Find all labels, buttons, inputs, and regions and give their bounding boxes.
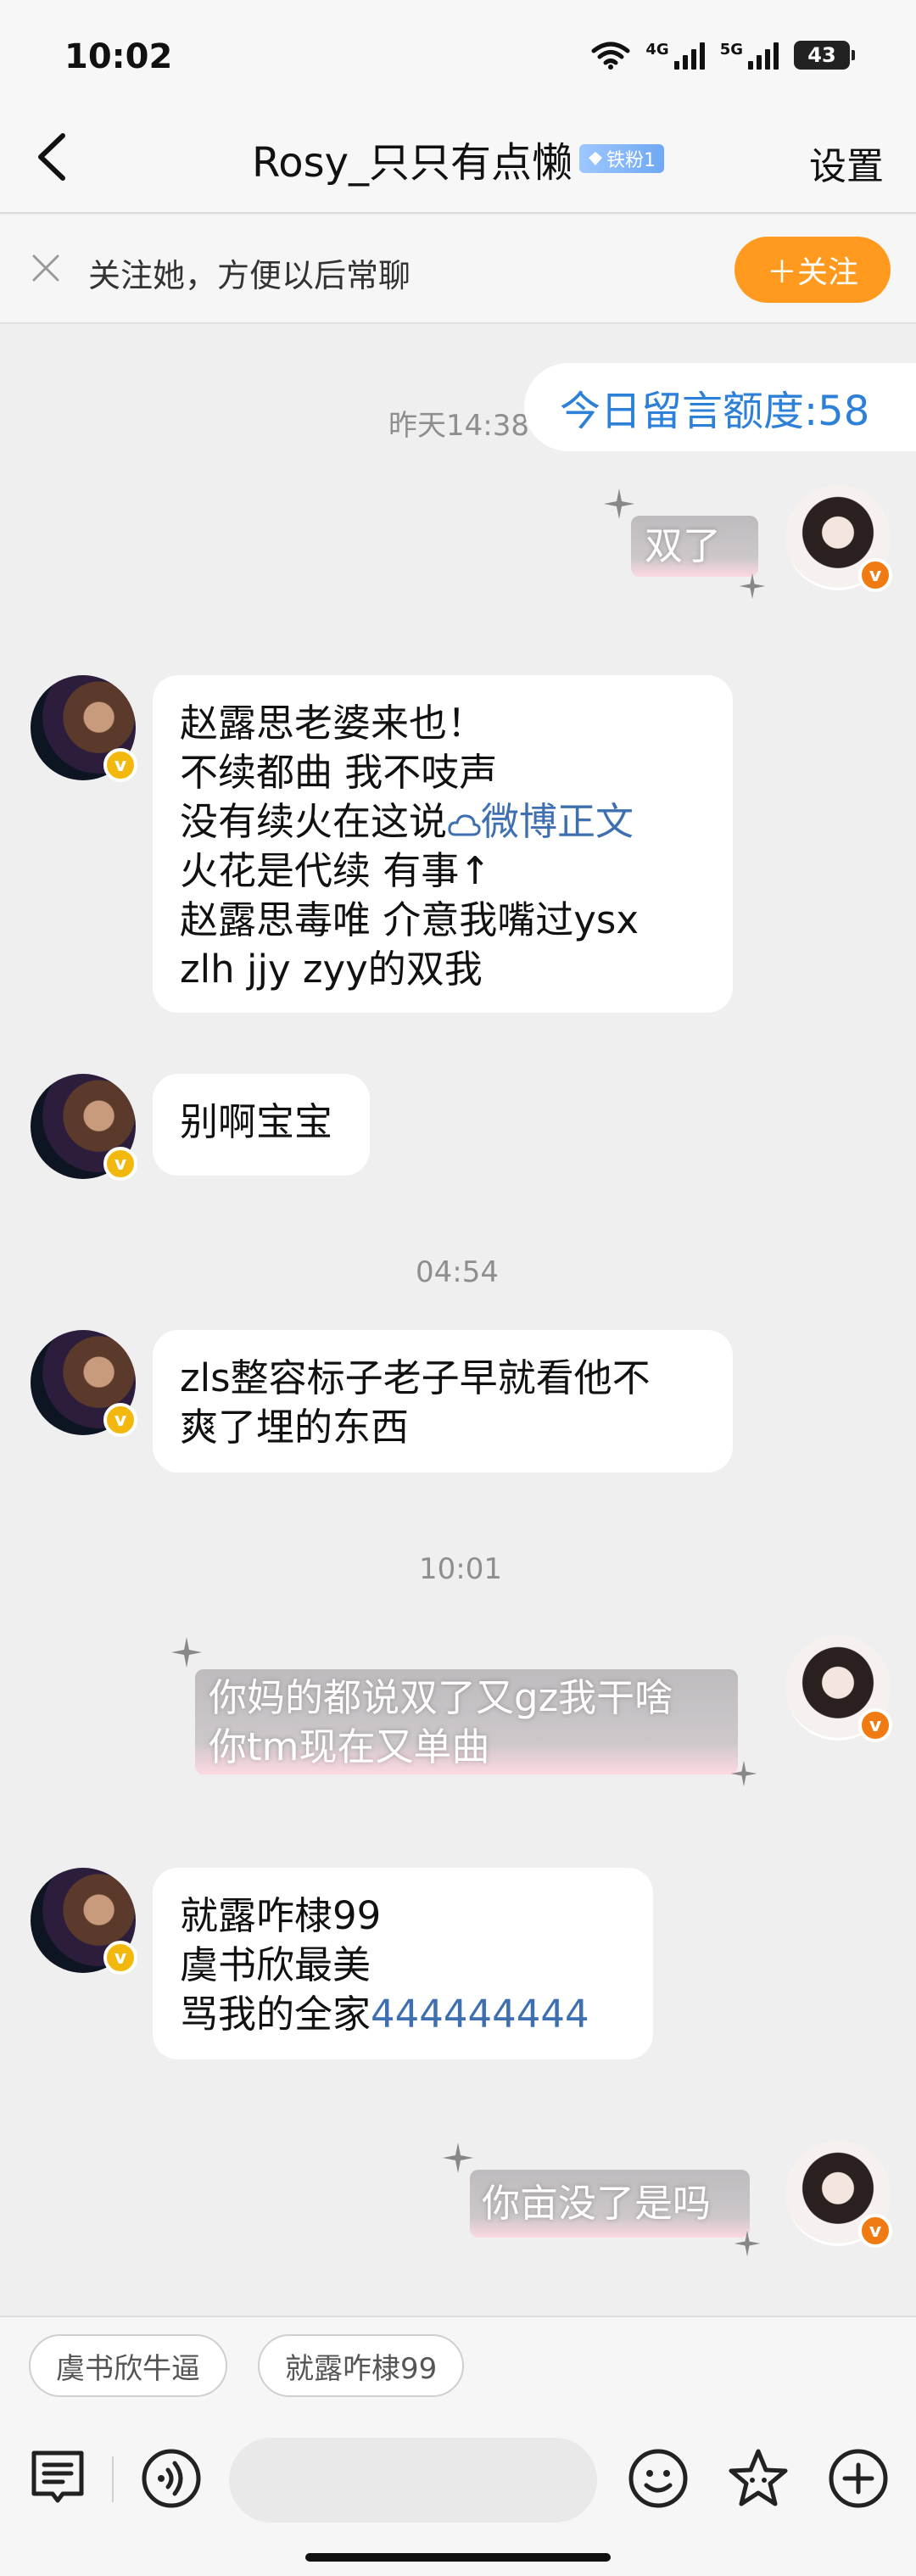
- message-line: 就露咋棣99: [180, 1893, 382, 1938]
- contact-avatar[interactable]: v: [31, 675, 137, 782]
- message-quota-pill: 今日留言额度:58: [524, 363, 916, 451]
- quick-replies: 虞书欣牛逼 就露咋棣99: [29, 2334, 465, 2397]
- chat-title-area: Rosy_只只有点懒 铁粉1: [0, 129, 916, 188]
- verified-badge-icon: v: [103, 1403, 137, 1437]
- follow-prompt: 关注她，方便以后常聊: [88, 257, 411, 294]
- message-line: 赵露思老婆来也！: [180, 701, 486, 746]
- my-avatar[interactable]: v: [785, 485, 892, 592]
- timestamp: 04:54: [416, 1255, 499, 1289]
- sparkle-icon: [734, 2230, 761, 2257]
- message-line: 赵露思毒唯 介意我嘴过ysx: [180, 897, 640, 942]
- verified-badge-icon: v: [103, 1941, 137, 1975]
- received-message[interactable]: zls整容标子老子早就看他不 爽了埋的东西: [153, 1330, 733, 1472]
- wifi-icon: [591, 42, 630, 70]
- quick-reply-chip[interactable]: 就露咋棣99: [258, 2334, 465, 2397]
- timestamp: 昨天14:38: [388, 409, 529, 443]
- verified-badge-icon: v: [858, 1708, 892, 1742]
- message-line: 你妈的都说双了又gz我干啥: [209, 1675, 673, 1720]
- message-line: 不续都曲 我不吱声: [180, 750, 498, 795]
- quick-reply-chip[interactable]: 虞书欣牛逼: [29, 2334, 227, 2397]
- sticker-star-icon[interactable]: [726, 2446, 790, 2511]
- chat-title: Rosy_只只有点懒: [252, 139, 572, 187]
- verified-badge-icon: v: [858, 2214, 892, 2248]
- message-line: 骂我的全家444444444: [180, 1992, 589, 2037]
- message-text: 双了: [645, 523, 722, 568]
- emoji-icon[interactable]: [626, 2446, 690, 2511]
- message-line: 火花是代续 有事↑: [180, 848, 492, 893]
- sparkle-icon: [604, 489, 634, 519]
- top-bar: 10:02 4G 5G 43 Rosy_只只有点懒 铁粉1 设置: [0, 0, 916, 214]
- follow-button[interactable]: ＋关注: [734, 237, 891, 303]
- verified-badge-icon: v: [858, 558, 892, 592]
- close-icon[interactable]: [29, 251, 63, 285]
- my-avatar[interactable]: v: [785, 1635, 892, 1742]
- signal-4g-icon: 4G: [645, 41, 705, 70]
- message-text: 别啊宝宝: [180, 1099, 333, 1144]
- my-avatar[interactable]: v: [785, 2141, 892, 2248]
- bottom-panel: 虞书欣牛逼 就露咋棣99: [0, 2316, 916, 2576]
- menu-list-icon[interactable]: [25, 2446, 90, 2511]
- sent-message[interactable]: 你妈的都说双了又gz我干啥 你tm现在又单曲: [161, 1635, 772, 1796]
- phone-number-link[interactable]: 444444444: [371, 1992, 589, 2037]
- sent-message[interactable]: 双了: [594, 487, 772, 604]
- status-icons: 4G 5G 43: [591, 41, 855, 70]
- message-line: 虞书欣最美: [180, 1942, 371, 1987]
- follow-suggestion-bar: 关注她，方便以后常聊 ＋关注: [0, 215, 916, 324]
- input-bar: [0, 2422, 916, 2541]
- weibo-post-link[interactable]: 微博正文: [447, 799, 634, 844]
- received-message[interactable]: 赵露思老婆来也！ 不续都曲 我不吱声 没有续火在这说 微博正文 火花是代续 有事↑…: [153, 675, 733, 1013]
- battery-icon: 43: [794, 41, 855, 70]
- diamond-icon: [588, 152, 602, 165]
- timestamp: 10:01: [419, 1552, 502, 1586]
- status-time: 10:02: [64, 37, 173, 76]
- message-input[interactable]: [229, 2438, 597, 2523]
- divider: [112, 2456, 114, 2502]
- sparkle-icon: [730, 1760, 757, 1787]
- contact-avatar[interactable]: v: [31, 1074, 137, 1181]
- fan-level-badge: 铁粉1: [578, 144, 664, 173]
- message-line: zls整容标子老子早就看他不: [180, 1355, 651, 1400]
- contact-avatar[interactable]: v: [31, 1330, 137, 1437]
- sparkle-icon: [739, 573, 766, 600]
- home-indicator: [305, 2553, 611, 2562]
- received-message[interactable]: 别啊宝宝: [153, 1074, 370, 1176]
- voice-icon[interactable]: [139, 2446, 204, 2511]
- add-icon[interactable]: [826, 2446, 891, 2511]
- received-message[interactable]: 就露咋棣99 虞书欣最美 骂我的全家444444444: [153, 1868, 653, 2059]
- contact-avatar[interactable]: v: [31, 1868, 137, 1975]
- message-line: 没有续火在这说 微博正文: [180, 799, 634, 844]
- message-line: zlh jjy zyy的双我: [180, 947, 483, 992]
- message-text: 你亩没了是吗: [482, 2181, 712, 2226]
- verified-badge-icon: v: [103, 1147, 137, 1181]
- cloud-icon: [448, 814, 481, 836]
- settings-button[interactable]: 设置: [809, 136, 884, 190]
- sparkle-icon: [443, 2143, 473, 2173]
- sent-message[interactable]: 你亩没了是吗: [433, 2141, 772, 2265]
- message-line: 你tm现在又单曲: [209, 1724, 490, 1769]
- sparkle-icon: [171, 1637, 202, 1668]
- verified-badge-icon: v: [103, 748, 137, 782]
- message-line: 爽了埋的东西: [180, 1405, 410, 1450]
- signal-5g-icon: 5G: [720, 41, 779, 70]
